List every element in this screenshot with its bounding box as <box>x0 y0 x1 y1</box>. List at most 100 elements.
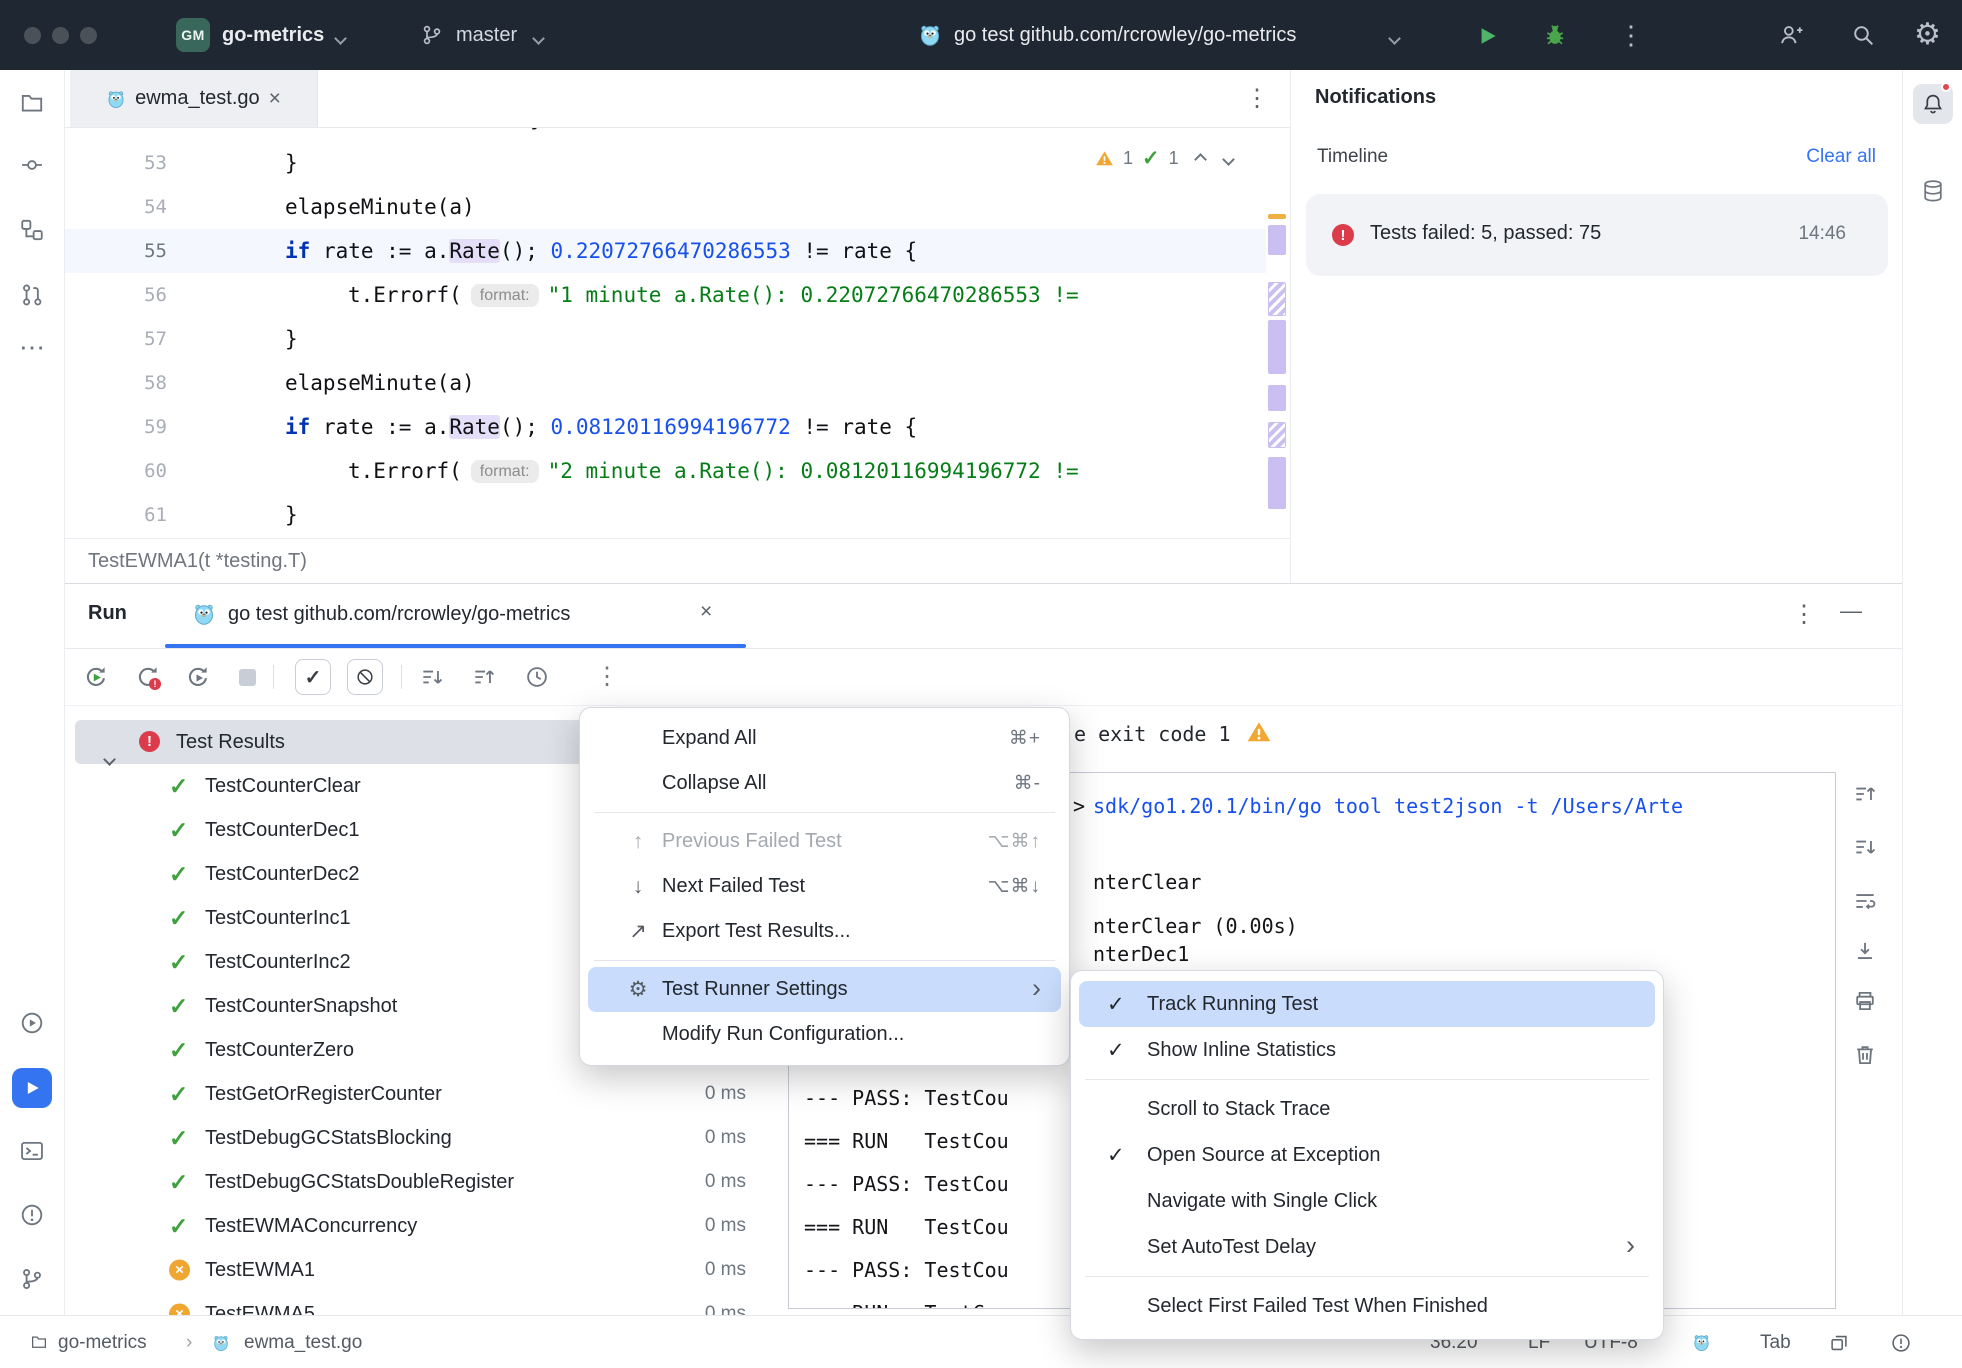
test-tree-item[interactable]: ✓ TestDebugGCStatsBlocking 0 ms <box>65 1116 788 1160</box>
project-avatar[interactable]: GM <box>176 18 210 52</box>
rerun-failed-tests-button[interactable]: ! <box>134 663 162 691</box>
stop-button-disabled[interactable] <box>239 669 256 686</box>
chevron-up-icon[interactable] <box>1196 148 1205 169</box>
menu-item[interactable]: ✓ Show Inline Statistics <box>1079 1027 1655 1073</box>
test-runner-settings-submenu: ✓ Track Running Test ✓ Show Inline Stati… <box>1070 970 1664 1340</box>
test-name: TestCounterSnapshot <box>205 995 397 1017</box>
menu-item[interactable]: Scroll to Stack Trace <box>1079 1086 1655 1132</box>
float-window-icon[interactable] <box>1828 1332 1850 1354</box>
code-line: t.Errorf(format:"1 minute a.Rate(): 0.22… <box>348 273 1091 317</box>
show-ignored-toggle[interactable] <box>347 659 383 695</box>
chevron-right-icon: › <box>1032 988 1041 992</box>
services-tool-icon[interactable] <box>19 1010 45 1036</box>
problems-status-icon[interactable] <box>1890 1332 1912 1354</box>
terminal-tool-icon[interactable] <box>19 1138 45 1164</box>
chevron-down-icon <box>336 30 345 48</box>
project-switcher[interactable]: go-metrics <box>222 0 324 70</box>
test-history-clock-icon[interactable] <box>524 664 550 690</box>
menu-item[interactable]: ↗ Export Test Results... <box>588 909 1061 954</box>
right-tool-strip <box>1902 70 1962 1315</box>
close-window-button[interactable] <box>24 27 41 44</box>
more-vertical-icon[interactable]: ⋮ <box>595 662 619 691</box>
menu-item-icon: ↓ <box>624 875 652 899</box>
menu-item[interactable]: Collapse All ⌘- <box>588 761 1061 806</box>
menu-item[interactable]: Expand All ⌘+ <box>588 716 1061 761</box>
structure-tool-icon[interactable] <box>19 217 45 243</box>
menu-item[interactable]: Select First Failed Test When Finished <box>1079 1283 1655 1329</box>
debug-button[interactable] <box>1542 22 1568 48</box>
breadcrumb-project[interactable]: go-metrics <box>58 1316 147 1368</box>
git-tool-icon[interactable] <box>19 1266 45 1292</box>
parameter-hint: format: <box>471 284 539 307</box>
test-tree-item[interactable]: ✓ TestGetOrRegisterCounter 0 ms <box>65 1072 788 1116</box>
sort-alphabetically-button[interactable] <box>471 664 497 690</box>
sort-by-duration-button[interactable] <box>419 664 445 690</box>
problems-tool-icon[interactable] <box>19 1202 45 1228</box>
menu-item[interactable]: ✓ Track Running Test <box>1079 981 1655 1027</box>
run-tab[interactable]: go test github.com/rcrowley/go-metrics <box>228 603 570 626</box>
menu-item[interactable]: ✓ Open Source at Exception <box>1079 1132 1655 1178</box>
menu-separator <box>594 812 1055 813</box>
run-button[interactable] <box>1474 23 1500 49</box>
menu-item-icon: ⚙ <box>624 977 652 1002</box>
toggle-auto-test-button[interactable] <box>184 663 212 691</box>
check-icon: ✓ <box>1107 992 1125 1017</box>
menu-item[interactable]: ↑ Previous Failed Test ⌥⌘↑ <box>588 819 1061 864</box>
scroll-down-icon[interactable] <box>1852 834 1878 860</box>
chevron-down-icon[interactable] <box>1224 148 1233 169</box>
clear-console-icon[interactable] <box>1852 1042 1878 1068</box>
more-horizontal-icon[interactable]: ⋯ <box>19 332 45 363</box>
search-icon[interactable] <box>1850 22 1876 48</box>
code-editor[interactable]: 535455565758596061 } } elapseMinute(a) i… <box>65 128 1290 538</box>
test-tree-item[interactable]: ✓ TestEWMAConcurrency 0 ms <box>65 1204 788 1248</box>
close-icon[interactable]: × <box>700 601 712 622</box>
code-line: } <box>530 128 543 141</box>
menu-item[interactable]: ⚙ Test Runner Settings › <box>588 967 1061 1012</box>
branch-switcher[interactable]: master <box>456 0 517 70</box>
timeline-label: Timeline <box>1317 146 1388 168</box>
test-tree-item[interactable]: ✓ TestDebugGCStatsDoubleRegister 0 ms <box>65 1160 788 1204</box>
menu-item[interactable]: Modify Run Configuration... <box>588 1012 1061 1057</box>
menu-item[interactable]: Set AutoTest Delay › <box>1079 1224 1655 1270</box>
settings-gear-icon[interactable]: ⚙ <box>1914 5 1941 65</box>
pull-requests-tool-icon[interactable] <box>19 282 45 308</box>
commit-tool-icon[interactable] <box>19 152 45 178</box>
breadcrumb-file[interactable]: ewma_test.go <box>244 1316 362 1368</box>
menu-item[interactable]: ↓ Next Failed Test ⌥⌘↓ <box>588 864 1061 909</box>
minimize-icon[interactable]: — <box>1840 598 1862 624</box>
print-icon[interactable] <box>1852 988 1878 1014</box>
scroll-to-end-icon[interactable] <box>1852 938 1878 964</box>
indent-setting[interactable]: Tab <box>1760 1316 1791 1368</box>
test-tree-item[interactable]: × TestEWMA1 0 ms <box>65 1248 788 1292</box>
run-tool-icon-active[interactable] <box>12 1068 52 1108</box>
database-tool-icon[interactable] <box>1920 178 1946 204</box>
add-user-icon[interactable] <box>1778 22 1804 48</box>
more-vertical-icon[interactable]: ⋮ <box>1792 600 1816 629</box>
menu-item[interactable]: Navigate with Single Click <box>1079 1178 1655 1224</box>
zoom-window-button[interactable] <box>80 27 97 44</box>
test-duration: 0 ms <box>705 1160 746 1204</box>
more-actions-button[interactable]: ⋮ <box>1618 20 1644 51</box>
show-passed-toggle[interactable]: ✓ <box>295 659 331 695</box>
notification-message: Tests failed: 5, passed: 75 <box>1370 222 1601 245</box>
notification-card: ! Tests failed: 5, passed: 75 14:46 <box>1306 194 1888 276</box>
test-tree-item[interactable]: × TestEWMA5 0 ms <box>65 1292 788 1315</box>
rerun-tests-button[interactable] <box>82 663 110 691</box>
editor-gutter: 535455565758596061 <box>65 141 187 537</box>
close-icon[interactable]: × <box>269 88 281 109</box>
minimize-window-button[interactable] <box>52 27 69 44</box>
scroll-up-icon[interactable] <box>1852 781 1878 807</box>
project-tool-icon[interactable] <box>19 90 45 116</box>
play-icon <box>90 671 103 684</box>
soft-wrap-icon[interactable] <box>1852 888 1878 914</box>
menu-separator <box>594 960 1055 961</box>
test-name: TestDebugGCStatsBlocking <box>205 1127 452 1149</box>
inspections-widget[interactable]: 1 ✓ 1 <box>1095 140 1233 176</box>
editor-tab-active[interactable]: ewma_test.go × <box>70 70 318 127</box>
run-configuration-selector[interactable]: go test github.com/rcrowley/go-metrics <box>954 0 1296 70</box>
more-vertical-icon[interactable]: ⋮ <box>1245 84 1269 113</box>
menu-item-label: Modify Run Configuration... <box>662 1023 904 1046</box>
error-badge: ! <box>149 678 161 690</box>
test-name: TestGetOrRegisterCounter <box>205 1083 442 1105</box>
clear-all-link[interactable]: Clear all <box>1806 146 1876 168</box>
